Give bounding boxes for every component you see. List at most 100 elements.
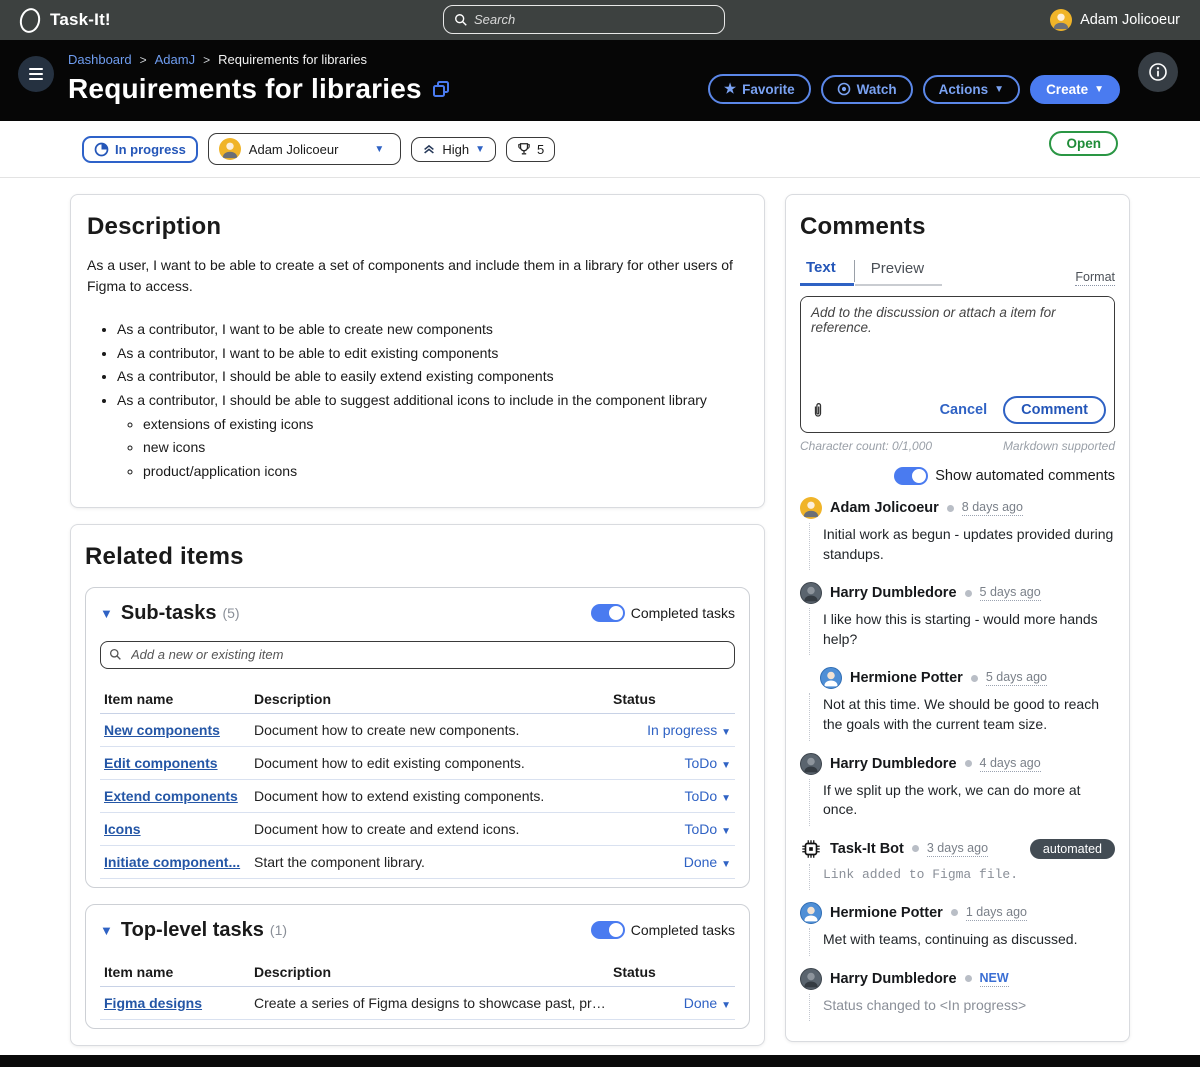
char-count: Character count: 0/1,000 xyxy=(800,439,932,453)
subtasks-count: (5) xyxy=(222,605,239,621)
points-chip[interactable]: 5 xyxy=(506,137,555,162)
bullet: As a contributor, I should be able to su… xyxy=(117,390,748,483)
markdown-note: Markdown supported xyxy=(1003,439,1115,453)
sub-bullet: extensions of existing icons xyxy=(143,414,748,436)
trophy-icon xyxy=(517,142,531,156)
item-link[interactable]: Icons xyxy=(104,821,254,837)
watch-button[interactable]: Watch xyxy=(821,75,913,104)
add-item-input[interactable] xyxy=(100,641,735,669)
automated-badge: automated xyxy=(1030,839,1115,859)
dot-icon xyxy=(965,590,972,597)
status-dropdown[interactable]: Done ▼ xyxy=(613,995,731,1011)
toplevel-count: (1) xyxy=(270,922,287,938)
bot-chip-icon xyxy=(800,838,822,860)
paperclip-icon[interactable] xyxy=(811,402,825,418)
tab-text[interactable]: Text xyxy=(800,255,854,286)
status-dropdown[interactable]: ToDo ▼ xyxy=(613,755,731,771)
status-dropdown[interactable]: ToDo ▼ xyxy=(613,821,731,837)
toplevel-title: Top-level tasks xyxy=(121,919,264,942)
breadcrumb-adamj[interactable]: AdamJ xyxy=(155,52,195,67)
state-badge: Open xyxy=(1049,131,1118,156)
priority-high-icon xyxy=(422,142,436,156)
copy-link-icon[interactable] xyxy=(432,80,450,98)
comment-author: Hermione Potter xyxy=(850,670,963,686)
priority-dropdown[interactable]: High ▼ xyxy=(411,137,496,162)
comment-submit-button[interactable]: Comment xyxy=(1003,396,1106,424)
comment-editor-tabs: Text Preview Format xyxy=(800,255,1115,286)
info-button[interactable] xyxy=(1138,52,1178,92)
item-link[interactable]: Edit components xyxy=(104,755,254,771)
chevron-down-icon: ▼ xyxy=(721,826,731,837)
comment-item: Harry Dumbledore NEW Status changed to <… xyxy=(800,968,1115,1022)
search-icon xyxy=(454,13,468,27)
item-link[interactable]: Extend components xyxy=(104,788,254,804)
description-card: Description As a user, I want to be able… xyxy=(70,194,765,508)
status-chip[interactable]: In progress xyxy=(82,136,198,163)
dot-icon xyxy=(965,975,972,982)
user-avatar xyxy=(1050,9,1072,31)
format-link[interactable]: Format xyxy=(1075,270,1115,286)
clock-icon xyxy=(94,142,109,157)
status-dropdown[interactable]: Done ▼ xyxy=(613,854,731,870)
comment-time[interactable]: 1 days ago xyxy=(966,905,1027,921)
sub-bullet: product/application icons xyxy=(143,461,748,483)
comment-time[interactable]: 5 days ago xyxy=(986,670,1047,686)
avatar xyxy=(800,582,822,604)
status-dropdown[interactable]: ToDo ▼ xyxy=(613,788,731,804)
col-description: Description xyxy=(254,964,613,980)
dot-icon xyxy=(965,760,972,767)
comment-time[interactable]: 3 days ago xyxy=(927,841,988,857)
collapse-icon[interactable]: ▼ xyxy=(100,606,113,621)
assignee-dropdown[interactable]: Adam Jolicoeur ▼ xyxy=(208,133,402,165)
page-title: Requirements for libraries xyxy=(68,73,422,105)
comment-author: Adam Jolicoeur xyxy=(830,500,939,516)
favorite-button[interactable]: ★ Favorite xyxy=(708,74,811,104)
global-search[interactable] xyxy=(443,5,725,34)
comment-item-reply: Hermione Potter 5 days ago Not at this t… xyxy=(800,667,1115,740)
comment-item: Harry Dumbledore 4 days ago If we split … xyxy=(800,753,1115,826)
comment-author: Harry Dumbledore xyxy=(830,971,957,987)
breadcrumb-dashboard[interactable]: Dashboard xyxy=(68,52,132,67)
create-button[interactable]: Create ▼ xyxy=(1030,75,1120,104)
col-description: Description xyxy=(254,691,613,707)
chevron-down-icon: ▼ xyxy=(721,859,731,870)
comment-time[interactable]: 5 days ago xyxy=(980,585,1041,601)
chevron-down-icon: ▼ xyxy=(721,1000,731,1011)
table-row: Icons Document how to create and extend … xyxy=(100,813,735,846)
bullet: As a contributor, I want to be able to c… xyxy=(117,319,748,341)
item-link[interactable]: Initiate component... xyxy=(104,854,254,870)
search-input[interactable] xyxy=(474,12,714,27)
subtasks-table: Item name Description Status New compone… xyxy=(100,683,735,879)
sub-bullet: new icons xyxy=(143,437,748,459)
dot-icon xyxy=(947,505,954,512)
chevron-down-icon: ▼ xyxy=(994,84,1004,95)
completed-tasks-toggle[interactable] xyxy=(591,921,625,939)
comment-input[interactable] xyxy=(801,297,1114,385)
table-row: Extend components Document how to extend… xyxy=(100,780,735,813)
comments-card: Comments Text Preview Format Cancel Comm… xyxy=(785,194,1130,1042)
user-menu[interactable]: Adam Jolicoeur xyxy=(1050,9,1180,31)
bullet: As a contributor, I should be able to ea… xyxy=(117,366,748,388)
menu-button[interactable] xyxy=(18,56,54,92)
item-link[interactable]: New components xyxy=(104,722,254,738)
comment-time[interactable]: 8 days ago xyxy=(962,500,1023,516)
description-intro: As a user, I want to be able to create a… xyxy=(87,255,748,297)
completed-tasks-toggle[interactable] xyxy=(591,604,625,622)
description-title: Description xyxy=(87,213,748,241)
chevron-down-icon: ▼ xyxy=(721,793,731,804)
collapse-icon[interactable]: ▼ xyxy=(100,923,113,938)
comment-time[interactable]: 4 days ago xyxy=(980,756,1041,772)
chevron-down-icon: ▼ xyxy=(1094,84,1104,95)
status-dropdown[interactable]: In progress ▼ xyxy=(613,722,731,738)
item-link[interactable]: Figma designs xyxy=(104,995,254,1011)
watch-icon xyxy=(837,82,851,96)
show-automated-toggle[interactable] xyxy=(894,467,928,485)
actions-button[interactable]: Actions ▼ xyxy=(923,75,1020,104)
comment-author: Task-It Bot xyxy=(830,841,904,857)
cancel-button[interactable]: Cancel xyxy=(940,402,988,418)
comment-new-badge[interactable]: NEW xyxy=(980,971,1009,987)
statusbar: In progress Adam Jolicoeur ▼ High ▼ 5 Op… xyxy=(0,121,1200,178)
tab-preview[interactable]: Preview xyxy=(855,256,942,286)
app-logo-icon xyxy=(17,5,42,34)
col-status: Status xyxy=(613,691,731,707)
